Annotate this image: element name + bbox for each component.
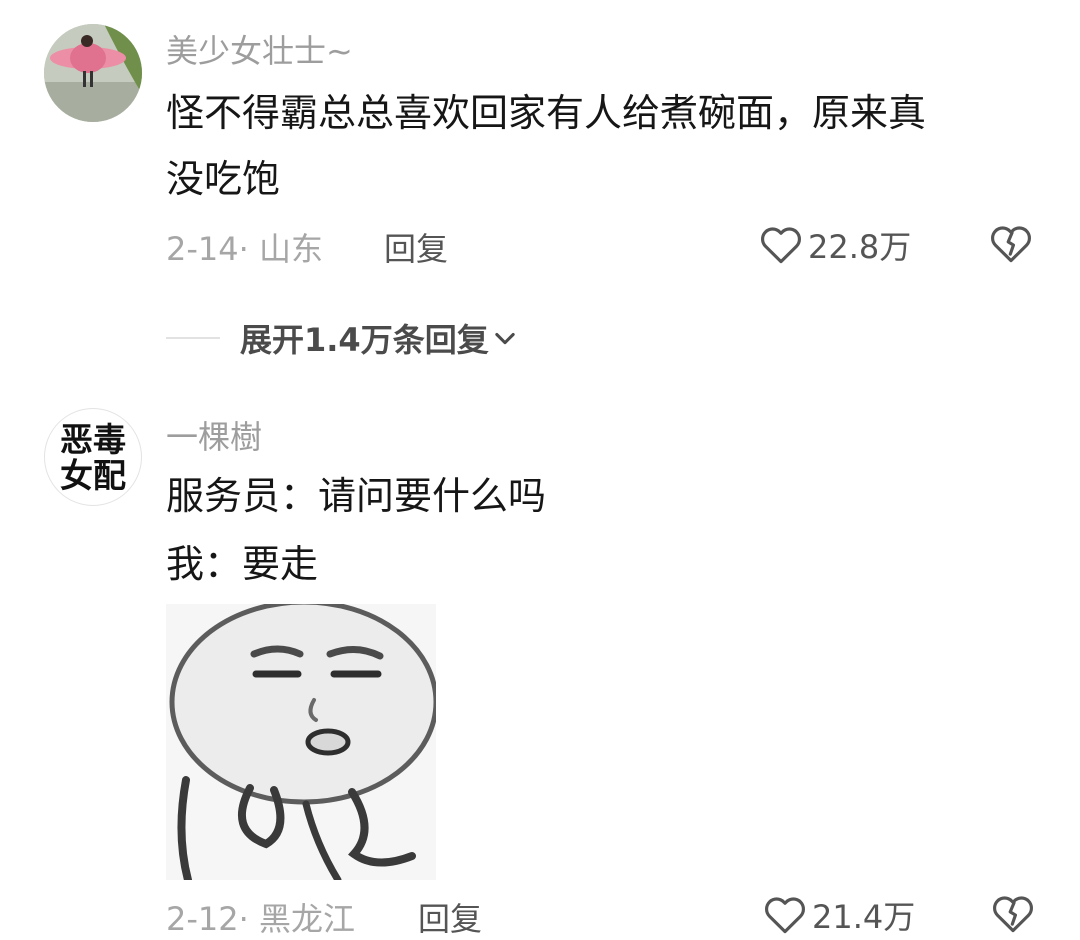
comment-date-location: 2-12· 黑龙江 xyxy=(166,900,355,938)
like-count: 22.8万 xyxy=(808,228,912,266)
user-avatar[interactable] xyxy=(44,24,142,122)
dislike-button[interactable] xyxy=(990,224,1032,268)
reply-button[interactable]: 回复 xyxy=(384,224,448,270)
broken-heart-icon xyxy=(991,226,1031,263)
comment-text-line: 没吃饱 xyxy=(166,157,281,201)
like-button[interactable]: 21.4万 xyxy=(764,892,915,938)
comment-date-location: 2-14· 山东 xyxy=(166,230,323,268)
expand-replies-label: 展开1.4万条回复 xyxy=(240,321,489,359)
comment-username[interactable]: 美少女壮士~ xyxy=(166,26,353,72)
broken-heart-icon xyxy=(993,896,1033,933)
chevron-down-icon xyxy=(495,332,515,345)
avatar-text-line: 女配 xyxy=(60,456,126,495)
like-button[interactable]: 22.8万 xyxy=(760,222,911,268)
avatar-photo xyxy=(44,24,142,122)
user-avatar[interactable]: 恶毒 女配 xyxy=(44,408,142,506)
comment-text-line: 怪不得霸总总喜欢回家有人给煮碗面，原来真 xyxy=(166,91,927,135)
comment-text-line: 我：要走 xyxy=(166,542,319,586)
comment-username[interactable]: 一棵樹 xyxy=(166,412,262,458)
avatar-text-line: 恶毒 xyxy=(60,420,126,459)
expand-replies-button[interactable]: 展开1.4万条回复 xyxy=(240,315,519,361)
comment-text-line: 服务员：请问要什么吗 xyxy=(166,474,547,518)
meme-face-drawing xyxy=(166,604,436,880)
meme-image[interactable] xyxy=(166,604,436,880)
expand-divider xyxy=(166,337,220,339)
heart-outline-icon xyxy=(761,227,801,264)
heart-outline-icon xyxy=(765,897,805,934)
reply-button[interactable]: 回复 xyxy=(418,894,482,940)
dislike-button[interactable] xyxy=(992,894,1034,938)
like-count: 21.4万 xyxy=(812,898,916,936)
